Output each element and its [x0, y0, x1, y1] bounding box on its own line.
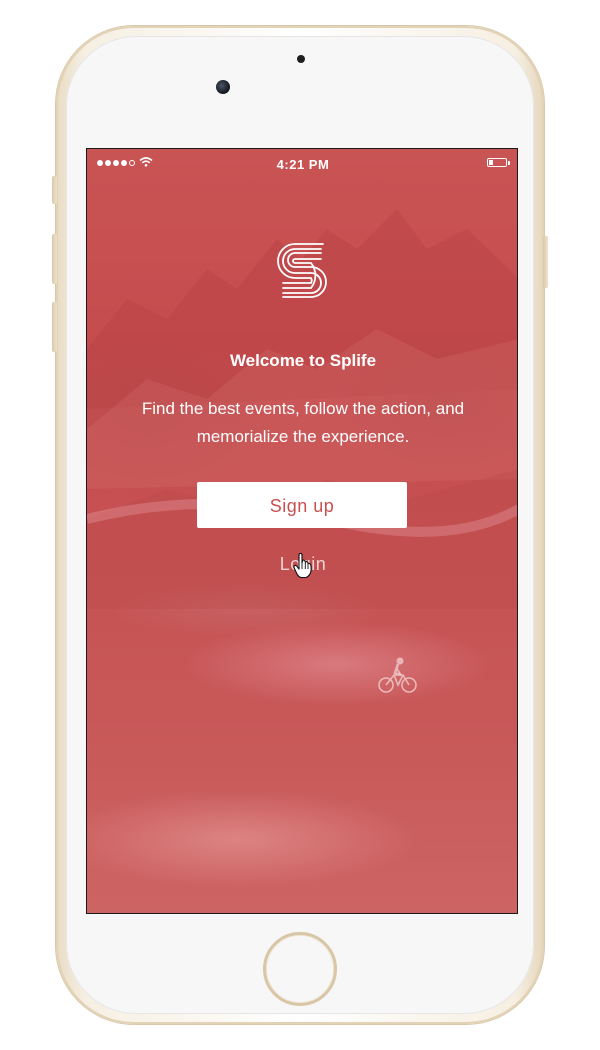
- home-button[interactable]: [263, 932, 337, 1006]
- front-sensor: [297, 55, 305, 63]
- volume-up-button: [52, 234, 57, 284]
- hand-pointer-cursor-icon: [293, 553, 312, 579]
- app-screen: 4:21 PM Welcome to Splife Find the best …: [86, 148, 518, 914]
- splife-s-logo-icon: [277, 243, 327, 298]
- status-bar: 4:21 PM: [87, 149, 517, 179]
- mute-switch: [52, 176, 57, 204]
- volume-down-button: [52, 302, 57, 352]
- status-time: 4:21 PM: [276, 157, 330, 172]
- power-button: [543, 236, 548, 288]
- tagline-text: Find the best events, follow the action,…: [141, 399, 465, 446]
- battery-icon: [487, 158, 510, 167]
- welcome-title: Welcome to Splife: [229, 351, 377, 370]
- signup-button[interactable]: Sign up: [197, 482, 407, 528]
- cyclist-icon: [378, 657, 417, 693]
- front-camera-icon: [216, 80, 230, 94]
- earpiece-speaker: [252, 84, 348, 91]
